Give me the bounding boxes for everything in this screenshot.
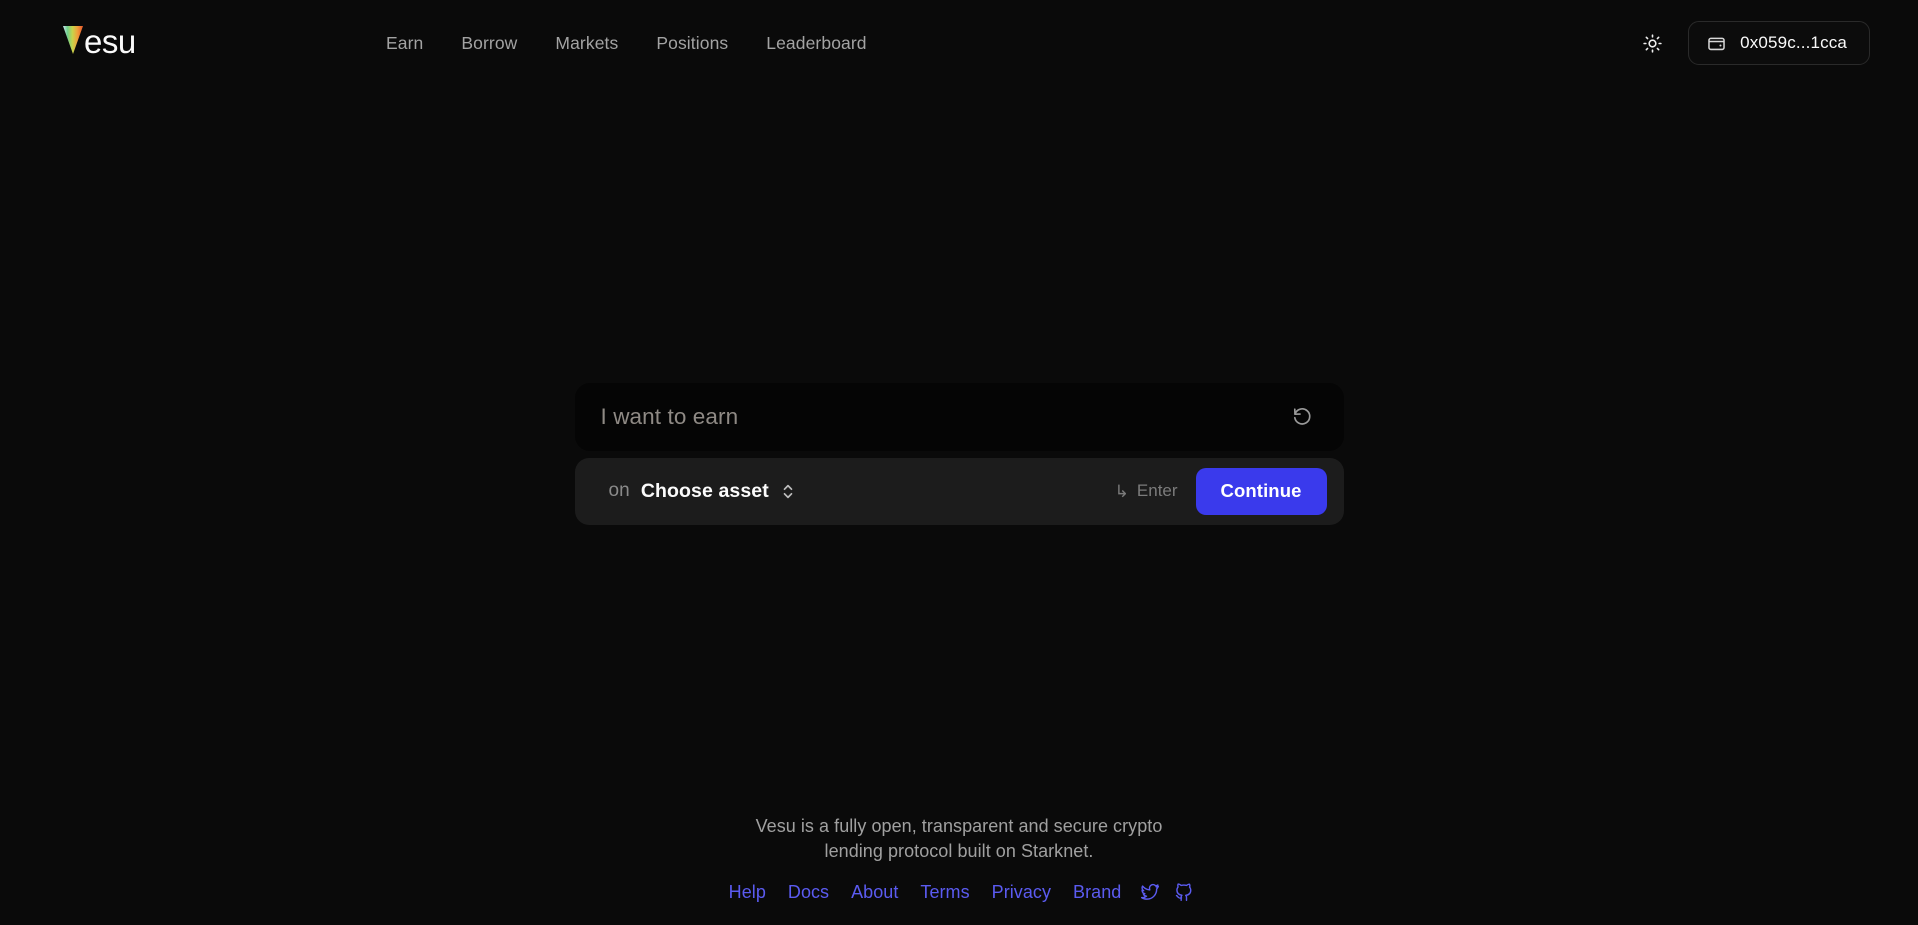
intent-composer: on Choose asset ↳ Enter Continue [574, 382, 1344, 525]
nav-item-earn[interactable]: Earn [367, 25, 442, 62]
footer-link-privacy[interactable]: Privacy [981, 878, 1062, 907]
action-card: on Choose asset ↳ Enter Continue [574, 457, 1344, 525]
wallet-icon [1708, 37, 1725, 50]
twitter-icon [1141, 883, 1160, 900]
chevron-up-down-icon [783, 484, 793, 498]
main-content: on Choose asset ↳ Enter Continue [0, 0, 1918, 925]
nav-item-positions[interactable]: Positions [637, 25, 747, 62]
footer-tagline: Vesu is a fully open, transparent and se… [755, 815, 1163, 862]
prompt-card [574, 382, 1344, 451]
enter-arrow-icon: ↳ [1114, 481, 1129, 501]
nav-item-borrow[interactable]: Borrow [442, 25, 536, 62]
nav-item-markets[interactable]: Markets [536, 25, 637, 62]
footer-link-docs[interactable]: Docs [777, 878, 840, 907]
vesu-logo[interactable]: esu [62, 23, 150, 63]
rotate-ccw-icon [1293, 408, 1311, 425]
footer-links: Help Docs About Terms Privacy Brand [718, 877, 1201, 907]
github-icon [1176, 883, 1192, 902]
enter-keyboard-hint: ↳ Enter [1115, 481, 1178, 501]
footer-link-terms[interactable]: Terms [909, 878, 980, 907]
footer-social-twitter[interactable] [1134, 877, 1166, 907]
on-label: on [608, 480, 630, 501]
intent-search-input[interactable] [600, 382, 1278, 451]
wallet-button[interactable]: 0x059c...1cca [1688, 21, 1870, 65]
reset-button[interactable] [1288, 402, 1318, 432]
svg-text:esu: esu [84, 23, 136, 57]
app-header: esu Earn Borrow Markets Positions Leader… [0, 0, 1918, 86]
footer-link-about[interactable]: About [840, 878, 909, 907]
header-actions: 0x059c...1cca [1635, 21, 1870, 65]
theme-toggle-button[interactable] [1635, 26, 1669, 60]
nav-item-leaderboard[interactable]: Leaderboard [747, 25, 885, 62]
wallet-address: 0x059c...1cca [1740, 33, 1847, 52]
footer-link-help[interactable]: Help [718, 878, 777, 907]
footer-social-github[interactable] [1168, 877, 1200, 907]
asset-select-button[interactable]: Choose asset [639, 476, 796, 507]
asset-select-label: Choose asset [640, 479, 769, 502]
sun-icon [1642, 33, 1662, 53]
enter-hint-label: Enter [1136, 481, 1178, 500]
app-footer: Vesu is a fully open, transparent and se… [0, 814, 1918, 907]
footer-link-brand[interactable]: Brand [1062, 878, 1132, 907]
continue-button[interactable]: Continue [1195, 467, 1327, 515]
main-nav: Earn Borrow Markets Positions Leaderboar… [367, 25, 886, 62]
